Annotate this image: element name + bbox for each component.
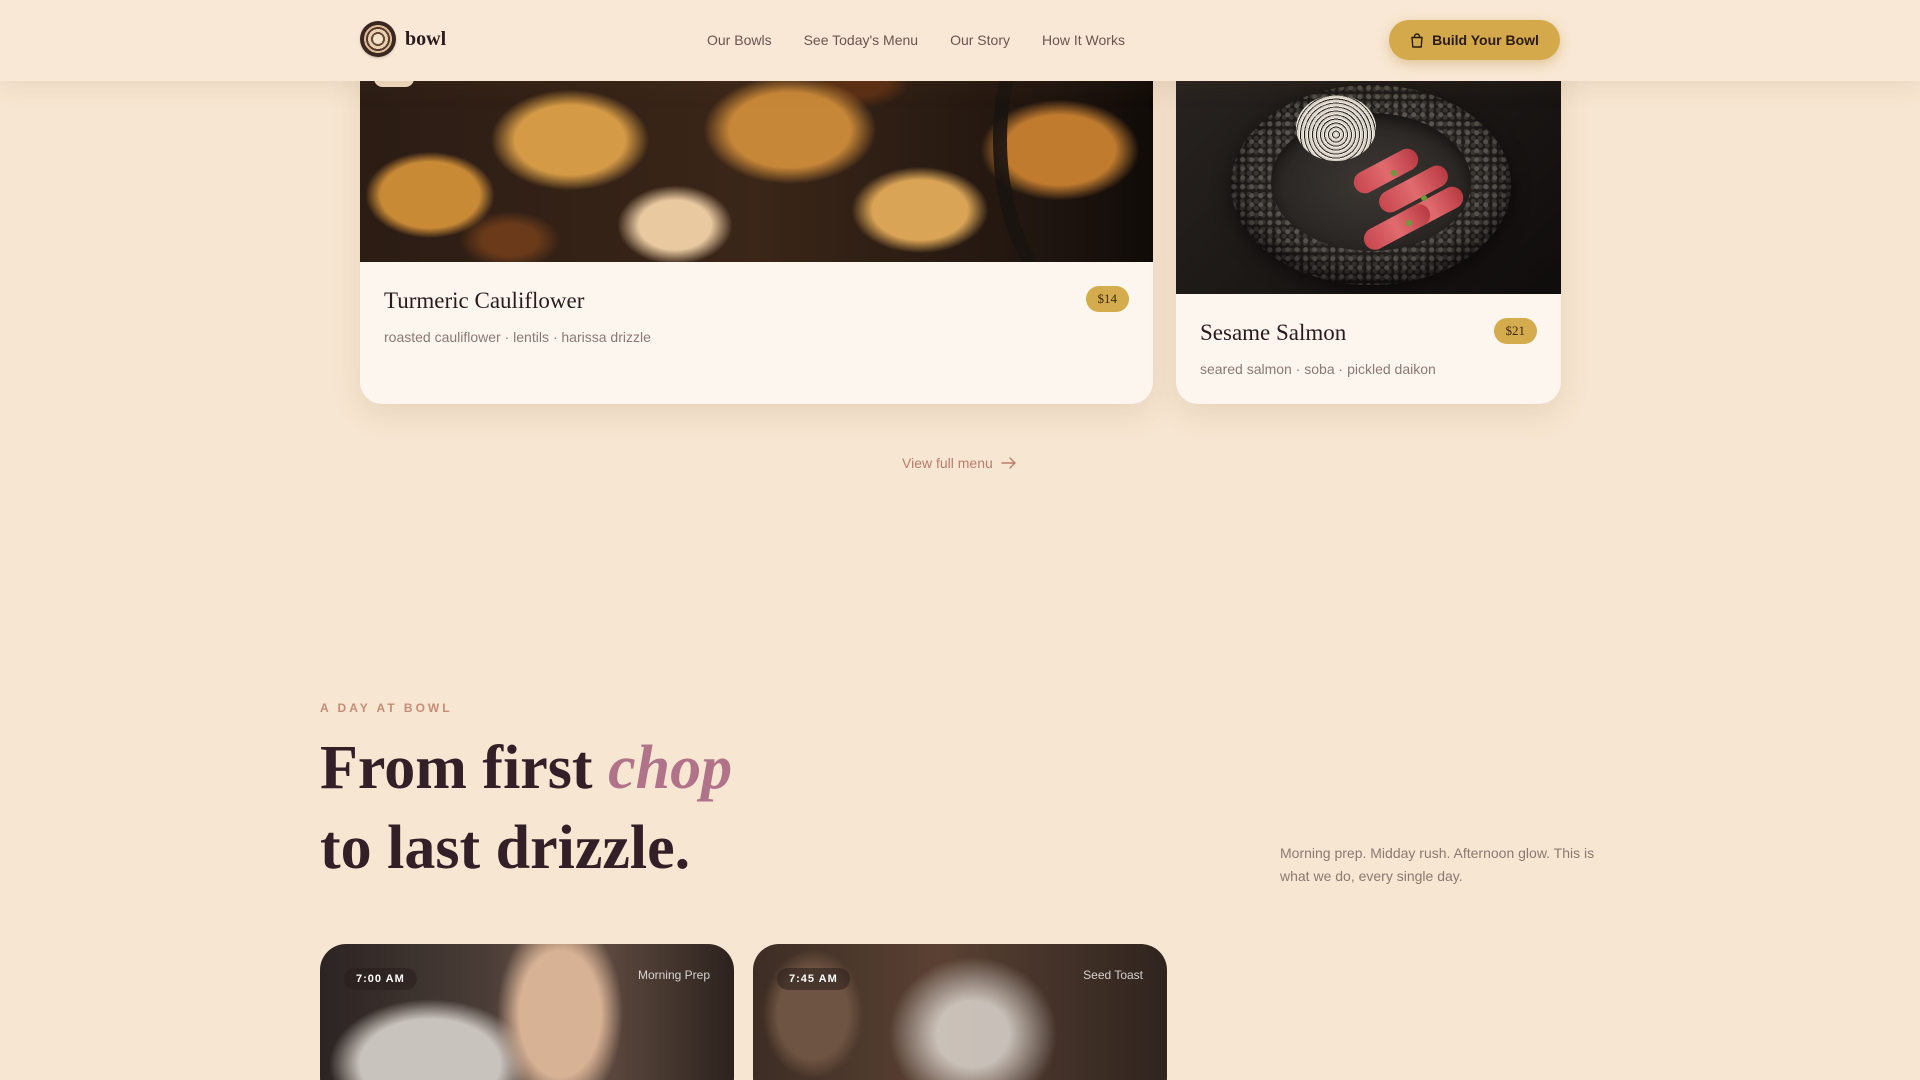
arrow-right-icon	[1001, 457, 1016, 469]
bowl-name: Sesame Salmon	[1200, 320, 1347, 345]
headline-accent: chop	[608, 734, 733, 802]
nav-our-story[interactable]: Our Story	[950, 32, 1010, 48]
shopping-bag-icon	[1411, 32, 1423, 48]
headline-line2: to last drizzle.	[320, 814, 691, 882]
bowl-logo-icon	[360, 21, 396, 57]
build-your-bowl-button[interactable]: Build Your Bowl	[1389, 20, 1560, 60]
moment-label: Morning Prep	[637, 968, 710, 982]
price-badge: $21	[1493, 318, 1537, 344]
brand-logo[interactable]: bowl	[360, 21, 446, 57]
nav-how-it-works[interactable]: How It Works	[1042, 32, 1125, 48]
view-full-menu-label: View full menu	[902, 455, 993, 471]
build-your-bowl-label: Build Your Bowl	[1432, 32, 1539, 48]
main-nav: Our Bowls See Today's Menu Our Story How…	[707, 32, 1157, 48]
view-full-menu-link[interactable]: View full menu	[902, 455, 1017, 471]
day-moment-card[interactable]: 7:45 AM Seed Toast	[753, 944, 1167, 1080]
nav-our-bowls[interactable]: Our Bowls	[707, 32, 772, 48]
bowl-ingredients: roasted cauliflower · lentils · harissa …	[384, 329, 651, 345]
moment-label: Seed Toast	[1083, 968, 1143, 982]
section-headline: From first chop to last drizzle.	[320, 728, 1020, 888]
nav-todays-menu[interactable]: See Today's Menu	[804, 32, 919, 48]
price-badge: $14	[1085, 286, 1129, 312]
headline-part1: From first	[320, 734, 609, 802]
moment-photo	[320, 944, 734, 1080]
time-badge: 7:45 AM	[777, 968, 850, 990]
bowl-ingredients: seared salmon · soba · pickled daikon	[1200, 361, 1436, 377]
section-eyebrow: A DAY AT BOWL	[320, 701, 453, 715]
moment-photo	[753, 944, 1167, 1080]
time-badge: 7:00 AM	[344, 968, 417, 990]
section-description: Morning prep. Midday rush. Afternoon glo…	[1280, 845, 1595, 884]
bowl-name: Turmeric Cauliflower	[384, 288, 585, 313]
brand-name: bowl	[405, 27, 447, 50]
site-header: bowl Our Bowls See Today's Menu Our Stor…	[0, 0, 1920, 81]
day-moment-card[interactable]: 7:00 AM Morning Prep	[320, 944, 734, 1080]
